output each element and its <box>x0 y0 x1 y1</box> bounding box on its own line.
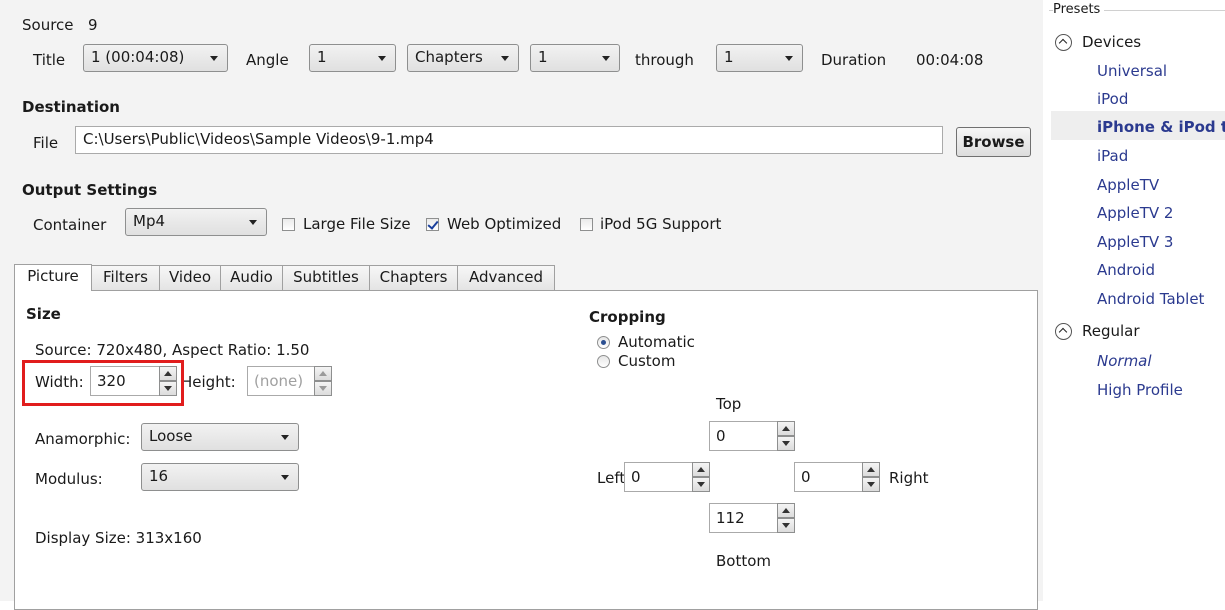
size-heading: Size <box>26 305 61 323</box>
modulus-select[interactable]: 16 <box>141 463 299 491</box>
preset-item[interactable]: Android <box>1097 261 1155 279</box>
crop-top-label: Top <box>716 395 742 413</box>
spin-down-icon[interactable] <box>314 381 332 396</box>
preset-group-devices[interactable]: Devices <box>1082 33 1141 51</box>
crop-bottom-label: Bottom <box>716 552 772 570</box>
crop-top-spinner[interactable]: 0 <box>709 421 795 451</box>
tab-advanced[interactable]: Advanced <box>457 265 555 290</box>
range-start-select[interactable]: 1 <box>530 44 620 72</box>
preset-item[interactable]: AppleTV 2 <box>1097 204 1173 222</box>
range-mode-select[interactable]: Chapters <box>407 44 519 72</box>
source-label: Source <box>22 16 74 34</box>
presets-panel: Presets Devices Universal iPod iPhone & … <box>1043 0 1225 601</box>
crop-bottom-spinner[interactable]: 112 <box>709 503 795 533</box>
duration-value: 00:04:08 <box>916 51 984 69</box>
spin-down-icon[interactable] <box>777 518 795 533</box>
range-end-select[interactable]: 1 <box>716 44 803 72</box>
anamorphic-label: Anamorphic: <box>35 430 131 448</box>
crop-automatic-radio[interactable] <box>597 336 610 349</box>
chevron-down-icon <box>602 56 610 61</box>
source-info: Source: 720x480, Aspect Ratio: 1.50 <box>35 341 310 359</box>
crop-right-spinner[interactable]: 0 <box>794 462 880 492</box>
browse-button[interactable]: Browse <box>956 127 1031 157</box>
width-highlight-box <box>22 360 184 406</box>
spin-up-icon[interactable] <box>314 366 332 381</box>
through-label: through <box>635 51 694 69</box>
preset-item[interactable]: High Profile <box>1097 381 1183 399</box>
preset-item[interactable]: iPod <box>1097 90 1128 108</box>
file-label: File <box>33 134 59 152</box>
angle-label: Angle <box>246 51 289 69</box>
chevron-down-icon <box>501 56 509 61</box>
large-file-label: Large File Size <box>303 215 411 233</box>
spin-up-icon[interactable] <box>692 462 710 477</box>
chevron-down-icon <box>785 56 793 61</box>
spin-down-icon[interactable] <box>777 436 795 451</box>
web-optimized-checkbox[interactable] <box>426 218 439 231</box>
collapse-devices-icon[interactable] <box>1055 34 1072 51</box>
source-value: 9 <box>88 16 98 34</box>
tab-filters[interactable]: Filters <box>91 265 160 290</box>
chevron-down-icon <box>378 56 386 61</box>
duration-label: Duration <box>821 51 887 69</box>
tab-audio[interactable]: Audio <box>220 265 283 290</box>
display-size: Display Size: 313x160 <box>35 529 202 547</box>
preset-item[interactable]: iPad <box>1097 147 1128 165</box>
crop-custom-radio[interactable] <box>597 355 610 368</box>
cropping-heading: Cropping <box>589 308 666 326</box>
chevron-down-icon <box>281 435 289 440</box>
preset-item[interactable]: Universal <box>1097 62 1167 80</box>
container-label: Container <box>33 216 107 234</box>
crop-automatic-label: Automatic <box>618 333 695 351</box>
tab-video[interactable]: Video <box>159 265 221 290</box>
chevron-down-icon <box>210 56 218 61</box>
preset-item-default[interactable]: Normal <box>1097 352 1152 370</box>
spin-up-icon[interactable] <box>862 462 880 477</box>
anamorphic-select[interactable]: Loose <box>141 423 299 451</box>
ipod-5g-checkbox[interactable] <box>580 218 593 231</box>
crop-right-label: Right <box>889 469 929 487</box>
preset-item[interactable]: AppleTV 3 <box>1097 233 1173 251</box>
destination-heading: Destination <box>22 98 120 116</box>
ipod-5g-label: iPod 5G Support <box>600 215 722 233</box>
title-label: Title <box>33 51 66 69</box>
main-panel: Source 9 Title 1 (00:04:08) Angle 1 Chap… <box>0 0 1043 610</box>
collapse-regular-icon[interactable] <box>1055 323 1072 340</box>
chevron-down-icon <box>281 475 289 480</box>
large-file-checkbox[interactable] <box>282 218 295 231</box>
height-label: Height: <box>181 373 236 391</box>
title-select[interactable]: 1 (00:04:08) <box>83 44 228 72</box>
preset-item[interactable]: Android Tablet <box>1097 290 1204 308</box>
spin-down-icon[interactable] <box>862 477 880 492</box>
tab-picture[interactable]: Picture <box>14 264 92 291</box>
tab-subtitles[interactable]: Subtitles <box>282 265 370 290</box>
chevron-down-icon <box>249 220 257 225</box>
file-path-input[interactable]: C:\Users\Public\Videos\Sample Videos\9-1… <box>75 126 943 154</box>
spin-up-icon[interactable] <box>777 421 795 436</box>
output-settings-heading: Output Settings <box>22 181 158 199</box>
tab-chapters[interactable]: Chapters <box>369 265 458 290</box>
spin-up-icon[interactable] <box>777 503 795 518</box>
height-spinner[interactable]: (none) <box>247 366 332 396</box>
preset-group-regular[interactable]: Regular <box>1082 322 1140 340</box>
angle-select[interactable]: 1 <box>309 44 396 72</box>
crop-custom-label: Custom <box>618 352 676 370</box>
preset-item-selected[interactable]: iPhone & iPod t <box>1097 118 1225 136</box>
container-select[interactable]: Mp4 <box>125 208 267 236</box>
modulus-label: Modulus: <box>35 470 103 488</box>
crop-left-spinner[interactable]: 0 <box>624 462 710 492</box>
web-optimized-label: Web Optimized <box>447 215 562 233</box>
preset-item[interactable]: AppleTV <box>1097 176 1159 194</box>
spin-down-icon[interactable] <box>692 477 710 492</box>
crop-left-label: Left <box>597 469 626 487</box>
presets-heading: Presets <box>1053 2 1105 17</box>
